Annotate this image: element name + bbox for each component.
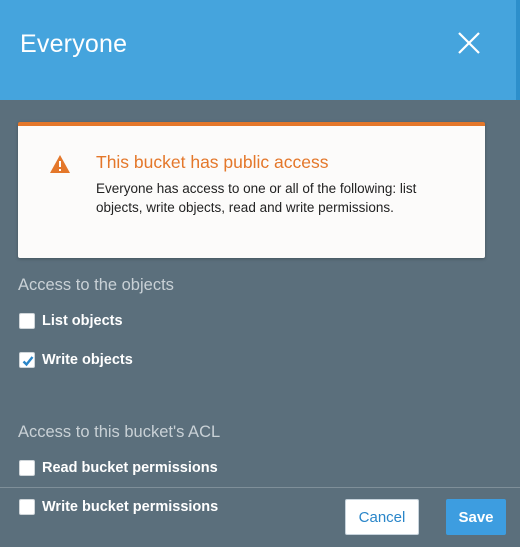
public-access-alert: This bucket has public access Everyone h… <box>18 122 485 258</box>
checkbox-label: List objects <box>42 313 123 329</box>
write-bucket-permissions-checkbox[interactable]: Write bucket permissions <box>19 497 218 517</box>
checkbox-label: Write bucket permissions <box>42 499 219 515</box>
checkbox-unchecked[interactable] <box>19 460 35 476</box>
checkbox-unchecked[interactable] <box>19 499 35 515</box>
cancel-button[interactable]: Cancel <box>345 499 419 535</box>
objects-access-label: Access to the objects <box>18 276 174 294</box>
dialog-header: Everyone <box>0 0 520 100</box>
checkbox-unchecked[interactable] <box>19 313 35 329</box>
list-objects-checkbox[interactable]: List objects <box>19 311 123 331</box>
read-bucket-permissions-checkbox[interactable]: Read bucket permissions <box>19 458 218 478</box>
dialog-title: Everyone <box>20 30 128 58</box>
alert-body: Everyone has access to one or all of the… <box>96 181 417 215</box>
warning-icon <box>49 154 71 174</box>
write-objects-checkbox[interactable]: Write objects <box>19 350 133 370</box>
save-button[interactable]: Save <box>446 499 506 535</box>
alert-title: This bucket has public access <box>96 152 329 172</box>
checkbox-checked[interactable] <box>19 352 35 368</box>
checkbox-label: Write objects <box>42 352 133 368</box>
acl-access-label: Access to this bucket's ACL <box>18 423 221 441</box>
close-icon[interactable] <box>454 28 484 58</box>
header-edge-strip <box>516 0 520 100</box>
checkmark-icon <box>22 356 34 367</box>
footer-divider <box>0 487 520 488</box>
checkbox-label: Read bucket permissions <box>42 460 218 476</box>
